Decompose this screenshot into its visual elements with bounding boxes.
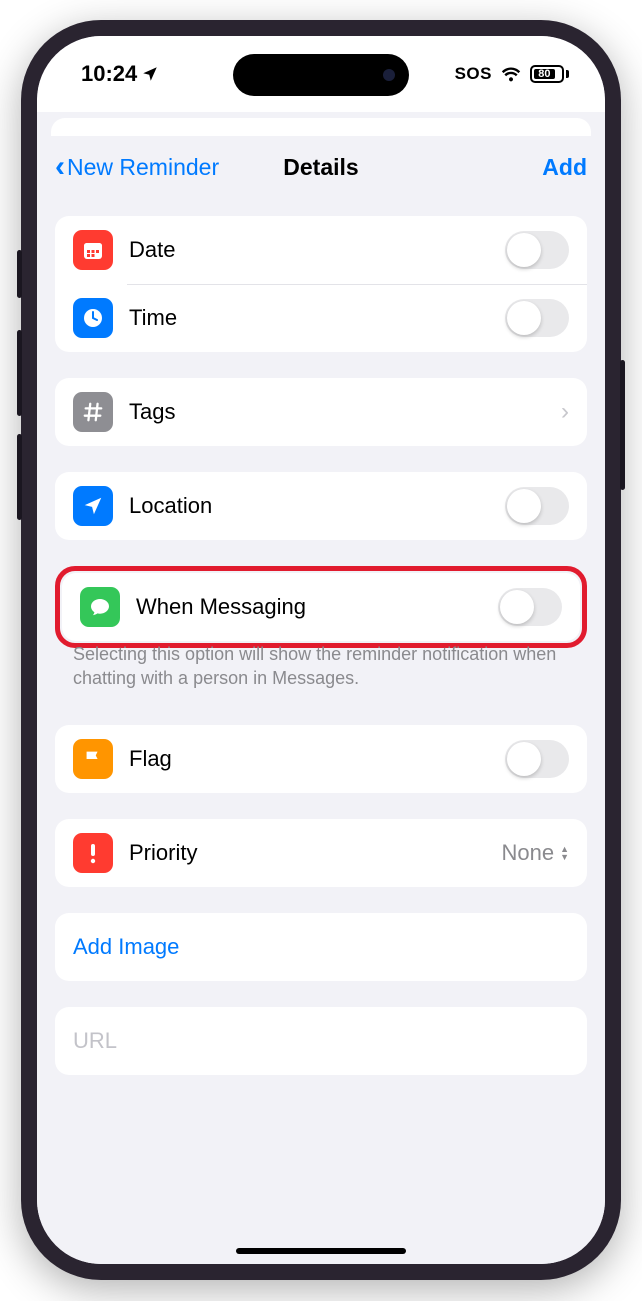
calendar-icon [73, 230, 113, 270]
priority-group: Priority None ▲▼ [55, 819, 587, 887]
content-scroll[interactable]: Date Time [37, 198, 605, 1264]
priority-row[interactable]: Priority None ▲▼ [55, 819, 587, 887]
hash-icon [73, 392, 113, 432]
back-label: New Reminder [67, 154, 219, 181]
priority-value[interactable]: None ▲▼ [501, 840, 569, 866]
tags-label: Tags [129, 399, 561, 425]
tags-group: Tags › [55, 378, 587, 446]
location-group: Location [55, 472, 587, 540]
volume-up-button [17, 330, 22, 416]
flag-icon [73, 739, 113, 779]
chevron-left-icon: ‹ [55, 152, 65, 182]
add-button[interactable]: Add [542, 154, 587, 181]
priority-label: Priority [129, 840, 501, 866]
url-input[interactable] [73, 1028, 569, 1054]
status-time: 10:24 [81, 61, 159, 87]
time-row[interactable]: Time [55, 284, 587, 352]
messages-icon [80, 587, 120, 627]
date-time-group: Date Time [55, 216, 587, 352]
wifi-icon [500, 63, 522, 85]
exclamation-icon [73, 833, 113, 873]
flag-toggle[interactable] [505, 740, 569, 778]
add-image-group: Add Image [55, 913, 587, 981]
location-icon [73, 486, 113, 526]
priority-value-text: None [501, 840, 554, 866]
volume-down-button [17, 434, 22, 520]
location-label: Location [129, 493, 505, 519]
flag-label: Flag [129, 746, 505, 772]
time-label: Time [129, 305, 505, 331]
add-image-label: Add Image [73, 934, 569, 960]
status-right: SOS 80 [455, 63, 569, 85]
messaging-row[interactable]: When Messaging [62, 573, 580, 641]
time-toggle[interactable] [505, 299, 569, 337]
details-sheet: ‹ New Reminder Details Add Date [37, 136, 605, 1264]
location-toggle[interactable] [505, 487, 569, 525]
battery-level: 80 [534, 69, 555, 79]
url-row[interactable] [55, 1007, 587, 1075]
clock-icon [73, 298, 113, 338]
front-camera [383, 69, 395, 81]
flag-row[interactable]: Flag [55, 725, 587, 793]
messaging-toggle[interactable] [498, 588, 562, 626]
tags-row[interactable]: Tags › [55, 378, 587, 446]
chevron-right-icon: › [561, 398, 569, 426]
battery-indicator: 80 [530, 65, 569, 83]
back-button[interactable]: ‹ New Reminder [55, 152, 219, 182]
flag-group: Flag [55, 725, 587, 793]
highlight-annotation: When Messaging [55, 566, 587, 648]
dynamic-island [233, 54, 409, 96]
home-indicator[interactable] [236, 1248, 406, 1254]
url-group [55, 1007, 587, 1075]
side-button [17, 250, 22, 298]
location-arrow-icon [141, 65, 159, 83]
date-toggle[interactable] [505, 231, 569, 269]
clock-text: 10:24 [81, 61, 137, 87]
location-row[interactable]: Location [55, 472, 587, 540]
sos-indicator: SOS [455, 64, 492, 84]
add-image-row[interactable]: Add Image [55, 913, 587, 981]
messaging-footer: Selecting this option will show the remi… [55, 642, 587, 691]
messaging-group: When Messaging [62, 573, 580, 641]
phone-frame: 10:24 SOS 80 ‹ New Reminder Details [21, 20, 621, 1280]
date-label: Date [129, 237, 505, 263]
up-down-chevron-icon: ▲▼ [560, 845, 569, 861]
power-button [620, 360, 625, 490]
messaging-label: When Messaging [136, 594, 498, 620]
nav-bar: ‹ New Reminder Details Add [37, 136, 605, 198]
screen: 10:24 SOS 80 ‹ New Reminder Details [37, 36, 605, 1264]
page-title: Details [283, 154, 358, 181]
date-row[interactable]: Date [55, 216, 587, 284]
